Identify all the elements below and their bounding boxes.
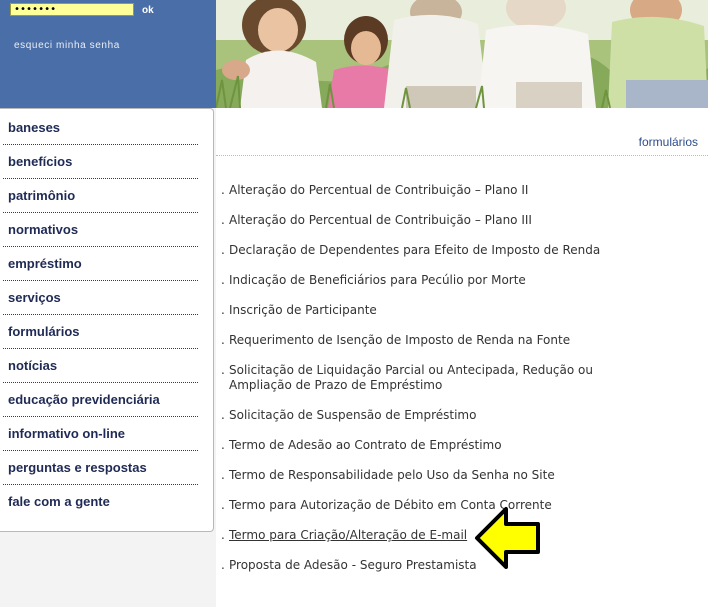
list-bullet: . — [221, 183, 225, 197]
list-bullet: . — [221, 213, 225, 227]
form-link-label[interactable]: Solicitação de Suspensão de Empréstimo — [229, 408, 476, 423]
list-bullet: . — [221, 363, 225, 377]
form-link-label[interactable]: Requerimento de Isenção de Imposto de Re… — [229, 333, 570, 348]
form-link-termo-autorizacao-debito[interactable]: . Termo para Autorização de Débito em Con… — [221, 498, 621, 513]
form-link-declaracao-dependentes[interactable]: . Declaração de Dependentes para Efeito d… — [221, 243, 621, 258]
section-title: formulários — [638, 135, 698, 149]
password-input[interactable] — [10, 3, 134, 16]
menu-item-perguntas-e-respostas[interactable]: perguntas e respostas — [0, 448, 216, 485]
menu-item-baneses[interactable]: baneses — [0, 108, 216, 145]
list-bullet: . — [221, 498, 225, 512]
forgot-password-link[interactable]: esqueci minha senha — [14, 40, 120, 51]
list-bullet: . — [221, 558, 225, 572]
menu-item-patrimonio[interactable]: patrimônio — [0, 176, 216, 213]
list-bullet: . — [221, 528, 225, 542]
form-link-proposta-seguro[interactable]: . Proposta de Adesão - Seguro Prestamista — [221, 558, 621, 573]
menu-item-label[interactable]: perguntas e respostas — [8, 460, 147, 475]
list-bullet: . — [221, 273, 225, 287]
form-link-label[interactable]: Alteração do Percentual de Contribuição … — [229, 213, 532, 228]
menu-item-label[interactable]: formulários — [8, 324, 80, 339]
header-family-photo — [216, 0, 708, 108]
menu-item-noticias[interactable]: notícias — [0, 346, 216, 383]
form-link-label[interactable]: Declaração de Dependentes para Efeito de… — [229, 243, 600, 258]
menu-item-servicos[interactable]: serviços — [0, 278, 216, 315]
arrow-left-icon — [475, 507, 540, 569]
menu-item-label[interactable]: educação previdenciária — [8, 392, 160, 407]
header-photo-illustration — [216, 0, 708, 108]
menu-item-formularios[interactable]: formulários — [0, 312, 216, 349]
section-title-divider — [216, 155, 708, 156]
form-link-inscricao-participante[interactable]: . Inscrição de Participante — [221, 303, 621, 318]
form-link-label[interactable]: Solicitação de Liquidação Parcial ou Ant… — [229, 363, 599, 393]
list-bullet: . — [221, 333, 225, 347]
form-link-label[interactable]: Termo de Responsabilidade pelo Uso da Se… — [229, 468, 555, 483]
menu-item-label[interactable]: baneses — [8, 120, 60, 135]
form-link-requerimento-isencao[interactable]: . Requerimento de Isenção de Imposto de R… — [221, 333, 621, 348]
main-menu: baneses benefícios patrimônio normativos… — [0, 108, 216, 516]
login-panel: ok esqueci minha senha — [0, 0, 216, 108]
menu-item-label[interactable]: benefícios — [8, 154, 72, 169]
menu-item-informativo-on-line[interactable]: informativo on-line — [0, 414, 216, 451]
menu-item-label[interactable]: patrimônio — [8, 188, 75, 203]
menu-item-label[interactable]: serviços — [8, 290, 61, 305]
form-link-label[interactable]: Termo para Criação/Alteração de E-mail — [229, 528, 467, 543]
menu-item-label[interactable]: informativo on-line — [8, 426, 125, 441]
menu-item-normativos[interactable]: normativos — [0, 210, 216, 247]
menu-item-fale-com-a-gente[interactable]: fale com a gente — [0, 482, 216, 516]
form-link-indicacao-beneficiarios[interactable]: . Indicação de Beneficiários para Pecúlio… — [221, 273, 621, 288]
form-link-label[interactable]: Alteração do Percentual de Contribuição … — [229, 183, 528, 198]
form-link-termo-responsabilidade[interactable]: . Termo de Responsabilidade pelo Uso da S… — [221, 468, 621, 483]
menu-item-label[interactable]: normativos — [8, 222, 78, 237]
ok-button[interactable]: ok — [142, 5, 154, 17]
form-link-label[interactable]: Proposta de Adesão - Seguro Prestamista — [229, 558, 477, 573]
list-bullet: . — [221, 408, 225, 422]
menu-item-label[interactable]: empréstimo — [8, 256, 82, 271]
form-link-label[interactable]: Termo de Adesão ao Contrato de Empréstim… — [229, 438, 502, 453]
form-link-alteracao-plano-ii[interactable]: . Alteração do Percentual de Contribuição… — [221, 183, 621, 198]
list-bullet: . — [221, 468, 225, 482]
list-bullet: . — [221, 243, 225, 257]
menu-item-label[interactable]: fale com a gente — [8, 494, 110, 509]
list-bullet: . — [221, 438, 225, 452]
form-link-termo-adesao-contrato[interactable]: . Termo de Adesão ao Contrato de Emprésti… — [221, 438, 621, 453]
menu-item-emprestimo[interactable]: empréstimo — [0, 244, 216, 281]
menu-item-label[interactable]: notícias — [8, 358, 57, 373]
form-link-label[interactable]: Inscrição de Participante — [229, 303, 377, 318]
form-link-termo-criacao-email[interactable]: . Termo para Criação/Alteração de E-mail — [221, 528, 621, 543]
list-bullet: . — [221, 303, 225, 317]
menu-item-beneficios[interactable]: benefícios — [0, 142, 216, 179]
form-link-solicitacao-suspensao[interactable]: . Solicitação de Suspensão de Empréstimo — [221, 408, 621, 423]
form-link-solicitacao-liquidacao[interactable]: . Solicitação de Liquidação Parcial ou An… — [221, 363, 601, 393]
form-link-alteracao-plano-iii[interactable]: . Alteração do Percentual de Contribuição… — [221, 213, 621, 228]
form-link-label[interactable]: Indicação de Beneficiários para Pecúlio … — [229, 273, 526, 288]
menu-item-educacao-previdenciaria[interactable]: educação previdenciária — [0, 380, 216, 417]
